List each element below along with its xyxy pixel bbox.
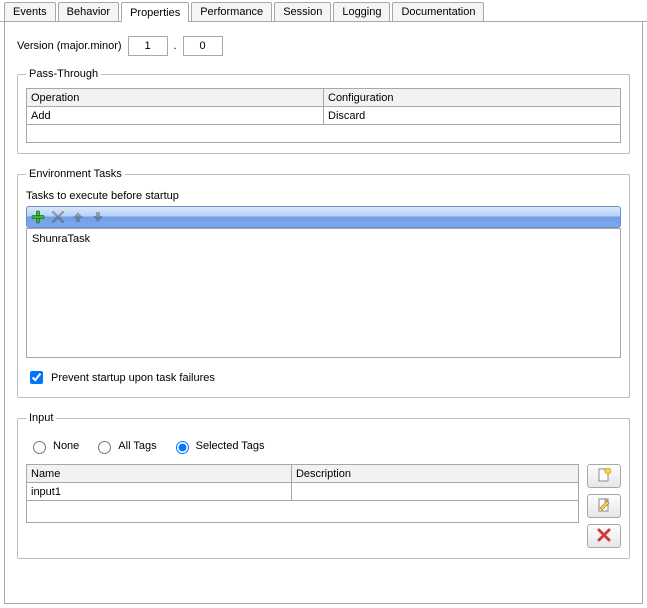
radio-all[interactable]: All Tags [93,438,156,454]
input-buttons [587,464,621,548]
input-table: Name Description input1 [26,464,579,523]
env-tasks-toolbar [26,206,621,228]
version-minor-input[interactable] [183,36,223,56]
tab-label: Events [13,6,47,18]
version-dot: . [174,40,177,52]
tab-events[interactable]: Events [4,2,56,21]
table-row[interactable]: input1 [27,483,579,501]
cell-operation: Add [27,107,324,125]
radio-selected-input[interactable] [176,441,189,454]
version-row: Version (major.minor) . [17,36,630,56]
input-group: Input None All Tags Selected Tags Name D… [17,412,630,559]
col-configuration[interactable]: Configuration [324,89,621,107]
table-empty-area [27,125,621,143]
radio-all-label: All Tags [118,440,156,452]
tab-behavior[interactable]: Behavior [58,2,119,21]
radio-none-input[interactable] [33,441,46,454]
input-radio-row: None All Tags Selected Tags [28,438,621,454]
version-label: Version (major.minor) [17,40,122,52]
radio-all-input[interactable] [98,441,111,454]
tab-label: Performance [200,6,263,18]
tab-logging[interactable]: Logging [333,2,390,21]
col-name[interactable]: Name [27,465,292,483]
cell-description [291,483,578,501]
delete-icon [597,528,611,545]
input-legend: Input [26,412,56,424]
x-icon [51,210,65,224]
list-item[interactable]: ShunraTask [32,233,615,245]
passthrough-group: Pass-Through Operation Configuration Add… [17,68,630,154]
tab-strip: Events Behavior Properties Performance S… [0,0,647,22]
new-doc-icon [596,467,612,486]
prevent-startup-checkbox[interactable] [30,371,43,384]
edit-button[interactable] [587,494,621,518]
arrow-up-icon [71,210,85,224]
tab-session[interactable]: Session [274,2,331,21]
table-empty-area [27,501,579,523]
tab-label: Behavior [67,6,110,18]
passthrough-table: Operation Configuration Add Discard [26,88,621,143]
radio-none[interactable]: None [28,438,79,454]
env-tasks-subtitle: Tasks to execute before startup [26,190,621,202]
tab-label: Documentation [401,6,475,18]
radio-selected-label: Selected Tags [196,440,265,452]
edit-doc-icon [596,497,612,516]
delete-button[interactable] [587,524,621,548]
cell-name: input1 [27,483,292,501]
radio-selected[interactable]: Selected Tags [171,438,265,454]
tab-label: Properties [130,7,180,19]
env-tasks-legend: Environment Tasks [26,168,125,180]
tab-label: Logging [342,6,381,18]
plus-icon[interactable] [31,210,45,224]
arrow-down-icon [91,210,105,224]
env-tasks-group: Environment Tasks Tasks to execute befor… [17,168,630,398]
tab-label: Session [283,6,322,18]
tab-documentation[interactable]: Documentation [392,2,484,21]
env-tasks-list[interactable]: ShunraTask [26,228,621,358]
col-operation[interactable]: Operation [27,89,324,107]
properties-pane: Version (major.minor) . Pass-Through Ope… [4,22,643,604]
tab-properties[interactable]: Properties [121,2,189,22]
table-row[interactable]: Add Discard [27,107,621,125]
prevent-startup-label: Prevent startup upon task failures [51,372,215,384]
radio-none-label: None [53,440,79,452]
cell-configuration: Discard [324,107,621,125]
new-button[interactable] [587,464,621,488]
col-description[interactable]: Description [291,465,578,483]
passthrough-legend: Pass-Through [26,68,101,80]
version-major-input[interactable] [128,36,168,56]
tab-performance[interactable]: Performance [191,2,272,21]
